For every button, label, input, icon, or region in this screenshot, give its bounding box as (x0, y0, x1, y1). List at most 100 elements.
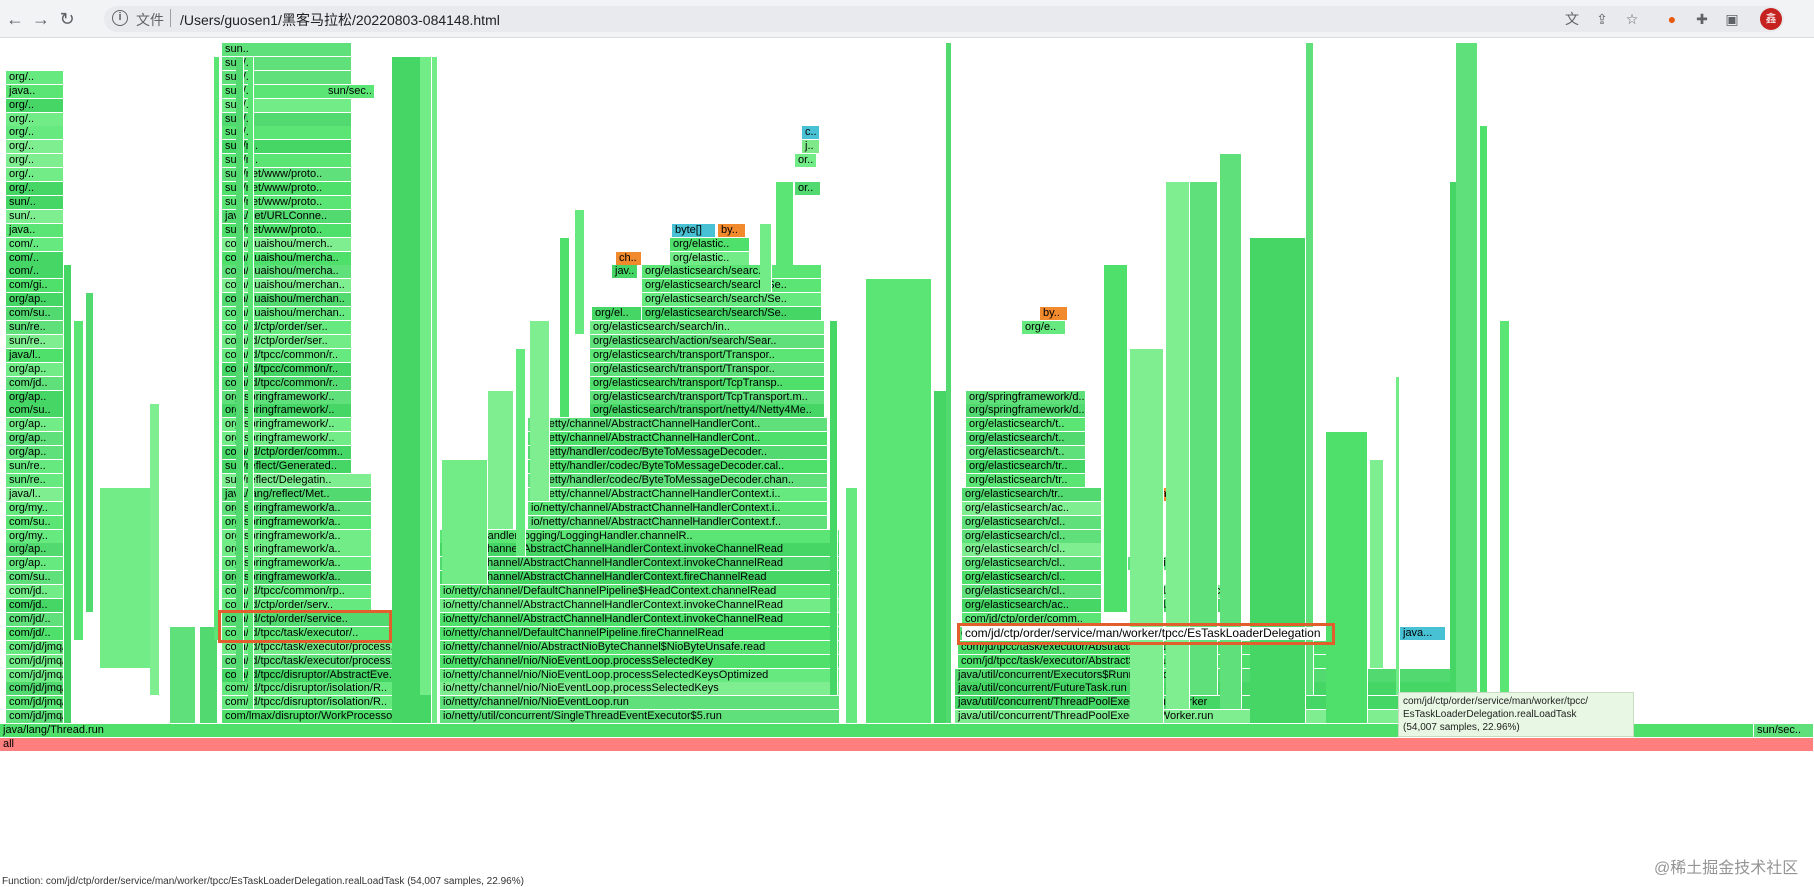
flame-frame[interactable]: org/elastic.. (670, 237, 750, 251)
flame-frame[interactable]: sun.. (222, 43, 352, 56)
flame-frame-stack[interactable] (442, 460, 488, 585)
flame-frame[interactable]: by.. (1040, 307, 1068, 321)
flame-frame-stack[interactable] (1500, 321, 1510, 724)
flame-frame-stack[interactable] (74, 321, 84, 640)
flame-frame[interactable]: com/jd.. (6, 599, 64, 612)
flame-frame[interactable]: com/jd/tpcc/common/rp.. (222, 585, 372, 599)
flame-frame[interactable]: org/elasticsearch/transport/TcpTransport… (590, 390, 825, 404)
flame-frame[interactable]: org/elasticsearch/search/Se.. (642, 307, 822, 321)
flame-frame-stack[interactable] (1104, 265, 1128, 612)
flame-frame-stack[interactable] (420, 56, 432, 696)
flame-frame-stack[interactable] (866, 279, 932, 724)
flame-frame[interactable]: io/netty/util/concurrent/SingleThreadEve… (440, 710, 840, 724)
flame-frame[interactable]: org/elasticsearch/cl.. (962, 557, 1102, 571)
flame-frame[interactable]: org/springframework/a.. (222, 515, 372, 529)
puzzle-icon[interactable]: ✚ (1692, 9, 1712, 29)
flame-frame[interactable]: io/netty/handler/codec/ByteToMessageDeco… (528, 460, 828, 473)
flame-frame[interactable]: com/.. (6, 251, 64, 265)
reload-icon[interactable]: ↻ (56, 8, 78, 30)
flame-frame[interactable]: com/jd/jmq/client/consum.. (6, 668, 64, 682)
flame-frame[interactable]: jav.. (612, 265, 638, 279)
flame-frame[interactable]: io/netty/handler/logging/LoggingHandler.… (440, 529, 840, 543)
flame-frame[interactable]: io/netty/channel/nio/NioEventLoop.proces… (440, 682, 840, 696)
flame-frame[interactable]: org/elasticsearch/t.. (966, 418, 1086, 432)
flame-frame[interactable]: org/ap.. (6, 446, 64, 460)
flame-frame[interactable]: io/netty/handler/codec/ByteToMessageDeco… (528, 473, 828, 487)
flame-frame[interactable]: org/elasticsearch/ac.. (962, 599, 1102, 612)
flame-frame-stack[interactable] (432, 56, 438, 724)
flame-frame-stack[interactable] (64, 265, 72, 724)
flame-frame-stack[interactable] (1190, 182, 1218, 696)
flame-frame-stack[interactable] (214, 56, 220, 640)
flame-frame[interactable]: org/elasticsearch/tr.. (966, 473, 1086, 487)
flame-frame-stack[interactable] (1130, 348, 1164, 724)
flame-frame[interactable]: sun/re.. (6, 473, 64, 487)
flame-frame-stack[interactable] (575, 209, 585, 334)
flame-frame[interactable]: com/jd/jmq/client/consume.. (6, 710, 64, 724)
extension-icon[interactable]: ● (1662, 9, 1682, 29)
flame-frame[interactable]: or.. (795, 182, 821, 195)
flame-frame[interactable]: java/lang/reflect/Met.. (222, 487, 372, 501)
flame-frame[interactable]: org/my.. (6, 529, 64, 543)
flame-frame[interactable]: org/elasticsearch/search/in.. (590, 321, 825, 334)
flame-frame[interactable]: org/ap.. (6, 362, 64, 376)
flame-frame[interactable]: com/jd.. (6, 376, 64, 390)
info-icon[interactable]: i (112, 10, 128, 26)
flame-frame[interactable]: io/netty/channel/AbstractChannelHandlerC… (528, 515, 828, 529)
flame-frame[interactable]: org/elasticsearch/cl.. (962, 543, 1102, 557)
flame-frame[interactable]: com/jd.. (6, 585, 64, 599)
flame-frame-stack[interactable] (1480, 126, 1488, 696)
flame-frame[interactable]: java.. (6, 84, 64, 98)
flame-frame-stack[interactable] (150, 404, 160, 696)
flame-frame[interactable]: org/elasticsearch/search/Se.. (642, 279, 822, 293)
flame-frame[interactable]: org/my.. (6, 501, 64, 515)
flame-frame[interactable]: io/netty/channel/AbstractChannelHandlerC… (440, 571, 840, 585)
flame-frame-stack[interactable] (846, 487, 858, 724)
flame-frame[interactable]: com/jd/.. (6, 612, 64, 626)
flame-frame[interactable]: java... (1400, 626, 1446, 640)
flame-frame[interactable]: org/elasticsearch/cl.. (962, 515, 1102, 529)
flame-frame-stack[interactable] (86, 293, 94, 612)
flame-frame[interactable]: org/elasticsearch/search/Se.. (642, 293, 822, 307)
flame-frame[interactable]: sun/.. (6, 209, 64, 223)
flame-frame[interactable]: com/su.. (6, 515, 64, 529)
root-frame[interactable]: all (0, 738, 1814, 751)
flame-frame[interactable]: org/springframework/a.. (222, 529, 372, 543)
flame-frame[interactable]: j.. (802, 140, 820, 154)
flame-frame[interactable]: org/elasticsearch/t.. (966, 432, 1086, 446)
flame-frame[interactable]: io/netty/channel/AbstractChannelHandlerC… (528, 501, 828, 515)
flame-frame[interactable]: org/springframework/a.. (222, 501, 372, 515)
sidebar-icon[interactable]: ▣ (1722, 9, 1742, 29)
flame-frame[interactable]: sun/reflect/Delegatin.. (222, 473, 372, 487)
flame-frame-stack[interactable] (1396, 376, 1400, 696)
flame-frame[interactable]: by.. (718, 223, 746, 237)
flame-frame[interactable]: io/netty/channel/nio/NioEventLoop.run (440, 696, 840, 710)
flame-frame[interactable]: io/netty/channel/AbstractChannelHandlerC… (528, 432, 828, 446)
flame-frame[interactable]: com/gi.. (6, 279, 64, 293)
flame-frame[interactable]: org/springframework/a.. (222, 543, 372, 557)
flame-frame[interactable]: com/jd/jmq/client/consum.. (6, 654, 64, 668)
flame-frame[interactable]: org/.. (6, 98, 64, 112)
flame-frame-stack[interactable] (170, 626, 196, 724)
flame-frame-stack[interactable] (560, 237, 570, 418)
flame-frame[interactable]: io/netty/channel/nio/AbstractNioByteChan… (440, 640, 840, 654)
flame-frame[interactable]: org/.. (6, 168, 64, 182)
flame-frame-stack[interactable] (488, 390, 514, 529)
flame-frame[interactable]: com/jd/jmq/client/consum.. (6, 682, 64, 696)
flame-frame[interactable]: org/springframework/d.. (966, 390, 1086, 404)
flame-frame[interactable]: io/netty/channel/DefaultChannelPipeline$… (440, 585, 840, 599)
flame-frame[interactable]: sun/re.. (6, 334, 64, 348)
flame-frame[interactable]: org/.. (6, 140, 64, 154)
flame-frame[interactable]: java/l.. (6, 348, 64, 362)
flame-frame[interactable]: org/.. (6, 154, 64, 168)
flame-frame-stack[interactable] (236, 56, 244, 682)
flame-frame-stack[interactable] (946, 43, 952, 724)
flame-frame[interactable]: io/netty/channel/DefaultChannelPipeline.… (440, 626, 840, 640)
flame-frame[interactable]: org/ap.. (6, 418, 64, 432)
flame-frame[interactable]: io/netty/handler/codec/ByteToMessageDeco… (528, 446, 828, 460)
flame-frame[interactable]: org/springframework/d.. (966, 404, 1086, 418)
flame-frame[interactable]: sun/.. (6, 195, 64, 209)
flame-frame[interactable]: ch.. (616, 251, 642, 265)
flame-frame-stack[interactable] (760, 223, 772, 293)
flame-frame[interactable]: org/ap.. (6, 293, 64, 307)
